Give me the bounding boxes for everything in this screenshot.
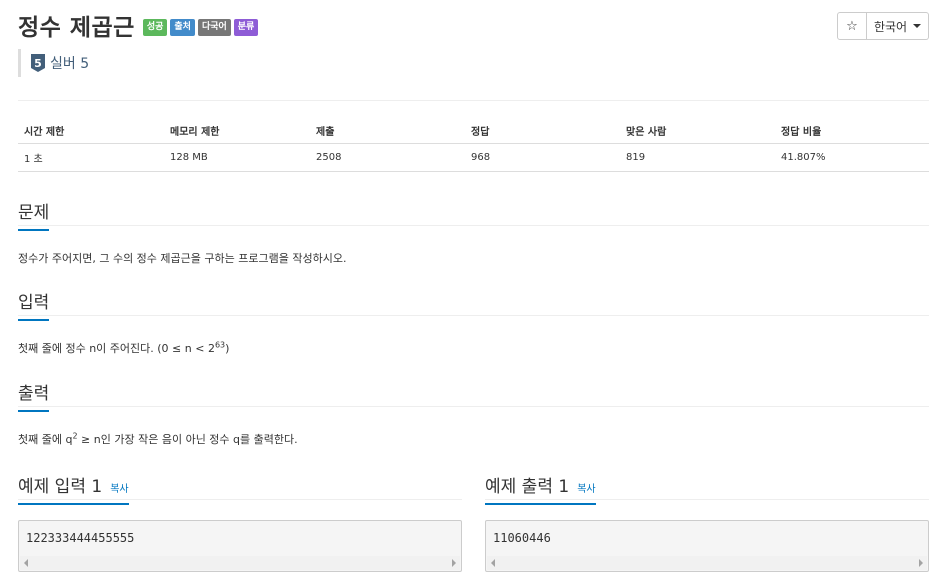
description-text: 정수가 주어지면, 그 수의 정수 제곱근을 구하는 프로그램을 작성하시오. xyxy=(18,252,347,265)
top-button-group: ☆ 한국어 xyxy=(837,12,929,40)
language-label: 한국어 xyxy=(873,19,908,34)
stats-cell: 1 초 xyxy=(18,143,164,172)
badge-success[interactable]: 성공 xyxy=(142,19,168,36)
horizontal-scrollbar[interactable] xyxy=(487,556,927,570)
stats-cell: 968 xyxy=(465,143,620,172)
scroll-right-icon[interactable] xyxy=(452,559,456,567)
sample-header: 예제 출력 1 복사 xyxy=(485,470,929,505)
input-exponent: 63 xyxy=(214,340,226,350)
stats-header: 정답 비율 xyxy=(775,119,929,144)
copy-input-link[interactable]: 복사 xyxy=(110,480,128,495)
star-button[interactable]: ☆ xyxy=(837,12,867,40)
description-section: 문제 정수가 주어지면, 그 수의 정수 제곱근을 구하는 프로그램을 작성하시… xyxy=(18,196,929,266)
section-header: 출력 xyxy=(18,377,929,412)
sample-output-panel: 예제 출력 1 복사 11060446 xyxy=(485,470,929,572)
input-text-end: ) xyxy=(225,342,230,355)
sample-input-panel: 예제 입력 1 복사 122333444455555 xyxy=(18,470,462,572)
scroll-left-icon[interactable] xyxy=(24,559,28,567)
badge-category[interactable]: 분류 xyxy=(233,19,259,36)
stats-cell: 41.807% xyxy=(775,143,929,172)
stats-header: 메모리 제한 xyxy=(164,119,310,144)
input-text-main: 첫째 줄에 정수 n이 주어진다. (0 ≤ n < 2 xyxy=(18,342,215,355)
page-title: 정수 제곱근 xyxy=(18,15,135,41)
caret-down-icon xyxy=(913,24,922,28)
copy-output-link[interactable]: 복사 xyxy=(577,480,595,495)
scroll-left-icon[interactable] xyxy=(491,559,495,567)
section-header: 입력 xyxy=(18,286,929,321)
stats-header: 맞은 사람 xyxy=(620,119,775,144)
stats-header: 시간 제한 xyxy=(18,119,164,144)
tier-number: 5 xyxy=(34,56,42,70)
title-row: 정수 제곱근 성공 출처 다국어 분류 xyxy=(18,8,261,42)
stats-cell: 2508 xyxy=(310,143,465,172)
stats-row: 1 초 128 MB 2508 968 819 41.807% xyxy=(18,143,929,172)
sample-input-heading: 예제 입력 1 복사 xyxy=(18,472,129,505)
sample-input-box[interactable]: 122333444455555 xyxy=(18,520,462,572)
stats-header: 제출 xyxy=(310,119,465,144)
output-section: 출력 첫째 줄에 q2 ≥ n인 가장 작은 음이 아닌 정수 q를 출력한다. xyxy=(18,377,929,447)
description-heading: 문제 xyxy=(18,198,50,231)
stats-header: 정답 xyxy=(465,119,620,144)
input-text: 첫째 줄에 정수 n이 주어진다. (0 ≤ n < 263) xyxy=(18,340,929,356)
input-heading: 입력 xyxy=(18,288,50,321)
sample-output-code: 11060446 xyxy=(493,531,551,545)
sample-header: 예제 입력 1 복사 xyxy=(18,470,462,505)
stats-cell: 128 MB xyxy=(164,143,310,172)
language-dropdown[interactable]: 한국어 xyxy=(867,12,929,40)
sample-input-code: 122333444455555 xyxy=(26,531,135,545)
section-header: 문제 xyxy=(18,196,929,231)
output-text-main: 첫째 줄에 q xyxy=(18,433,73,446)
badge-multilingual[interactable]: 다국어 xyxy=(197,19,231,36)
badge-list: 성공 출처 다국어 분류 xyxy=(142,19,262,36)
tier-shield-icon: 5 xyxy=(31,54,45,72)
output-text: 첫째 줄에 q2 ≥ n인 가장 작은 음이 아닌 정수 q를 출력한다. xyxy=(18,431,929,447)
star-icon: ☆ xyxy=(846,18,858,34)
sample-input-label: 예제 입력 1 xyxy=(18,477,103,497)
stats-header-row: 시간 제한 메모리 제한 제출 정답 맞은 사람 정답 비율 xyxy=(18,119,929,144)
tier-label: 실버 5 xyxy=(50,56,90,72)
input-section: 입력 첫째 줄에 정수 n이 주어진다. (0 ≤ n < 263) xyxy=(18,286,929,356)
badge-source[interactable]: 출처 xyxy=(170,19,195,36)
sample-output-box[interactable]: 11060446 xyxy=(485,520,929,572)
stats-cell: 819 xyxy=(620,143,775,172)
output-text-end: ≥ n인 가장 작은 음이 아닌 정수 q를 출력한다. xyxy=(77,433,298,446)
sample-output-heading: 예제 출력 1 복사 xyxy=(485,472,596,505)
scroll-right-icon[interactable] xyxy=(919,559,923,567)
divider xyxy=(18,100,929,101)
sample-output-label: 예제 출력 1 xyxy=(485,477,570,497)
output-heading: 출력 xyxy=(18,379,50,412)
tier-row: 5 실버 5 xyxy=(18,49,89,77)
horizontal-scrollbar[interactable] xyxy=(20,556,460,570)
stats-table: 시간 제한 메모리 제한 제출 정답 맞은 사람 정답 비율 1 초 128 M… xyxy=(18,119,929,172)
